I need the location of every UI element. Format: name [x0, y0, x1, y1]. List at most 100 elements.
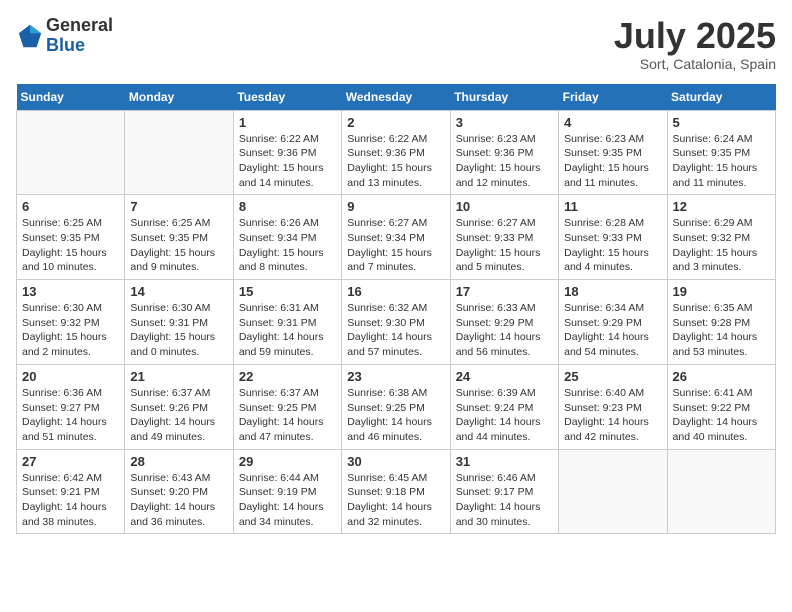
- day-info: Sunrise: 6:43 AM Sunset: 9:20 PM Dayligh…: [130, 471, 227, 530]
- day-info: Sunrise: 6:25 AM Sunset: 9:35 PM Dayligh…: [130, 216, 227, 275]
- day-number: 11: [564, 199, 661, 214]
- day-number: 2: [347, 115, 444, 130]
- table-row: [667, 449, 775, 534]
- table-row: 3 Sunrise: 6:23 AM Sunset: 9:36 PM Daylig…: [450, 110, 558, 195]
- table-row: 27 Sunrise: 6:42 AM Sunset: 9:21 PM Dayli…: [17, 449, 125, 534]
- day-info: Sunrise: 6:22 AM Sunset: 9:36 PM Dayligh…: [239, 132, 336, 191]
- day-info: Sunrise: 6:30 AM Sunset: 9:32 PM Dayligh…: [22, 301, 119, 360]
- day-info: Sunrise: 6:23 AM Sunset: 9:36 PM Dayligh…: [456, 132, 553, 191]
- day-number: 24: [456, 369, 553, 384]
- month-title: July 2025: [614, 16, 776, 56]
- day-number: 21: [130, 369, 227, 384]
- day-number: 25: [564, 369, 661, 384]
- day-number: 29: [239, 454, 336, 469]
- day-info: Sunrise: 6:27 AM Sunset: 9:33 PM Dayligh…: [456, 216, 553, 275]
- day-info: Sunrise: 6:28 AM Sunset: 9:33 PM Dayligh…: [564, 216, 661, 275]
- table-row: 21 Sunrise: 6:37 AM Sunset: 9:26 PM Dayli…: [125, 364, 233, 449]
- table-row: 6 Sunrise: 6:25 AM Sunset: 9:35 PM Daylig…: [17, 195, 125, 280]
- table-row: 11 Sunrise: 6:28 AM Sunset: 9:33 PM Dayli…: [559, 195, 667, 280]
- day-number: 15: [239, 284, 336, 299]
- header-thursday: Thursday: [450, 84, 558, 111]
- day-info: Sunrise: 6:34 AM Sunset: 9:29 PM Dayligh…: [564, 301, 661, 360]
- day-info: Sunrise: 6:37 AM Sunset: 9:25 PM Dayligh…: [239, 386, 336, 445]
- table-row: 2 Sunrise: 6:22 AM Sunset: 9:36 PM Daylig…: [342, 110, 450, 195]
- table-row: 10Sunrise: 6:27 AM Sunset: 9:33 PM Dayli…: [450, 195, 558, 280]
- day-number: 26: [673, 369, 770, 384]
- header-wednesday: Wednesday: [342, 84, 450, 111]
- day-info: Sunrise: 6:46 AM Sunset: 9:17 PM Dayligh…: [456, 471, 553, 530]
- day-number: 17: [456, 284, 553, 299]
- table-row: 31 Sunrise: 6:46 AM Sunset: 9:17 PM Dayli…: [450, 449, 558, 534]
- day-info: Sunrise: 6:32 AM Sunset: 9:30 PM Dayligh…: [347, 301, 444, 360]
- day-number: 19: [673, 284, 770, 299]
- table-row: 24 Sunrise: 6:39 AM Sunset: 9:24 PM Dayli…: [450, 364, 558, 449]
- calendar-header: Sunday Monday Tuesday Wednesday Thursday…: [17, 84, 776, 111]
- table-row: 29 Sunrise: 6:44 AM Sunset: 9:19 PM Dayli…: [233, 449, 341, 534]
- table-row: 5Sunrise: 6:24 AM Sunset: 9:35 PM Daylig…: [667, 110, 775, 195]
- day-number: 13: [22, 284, 119, 299]
- day-number: 18: [564, 284, 661, 299]
- day-number: 31: [456, 454, 553, 469]
- calendar-table: Sunday Monday Tuesday Wednesday Thursday…: [16, 84, 776, 535]
- day-info: Sunrise: 6:39 AM Sunset: 9:24 PM Dayligh…: [456, 386, 553, 445]
- day-info: Sunrise: 6:22 AM Sunset: 9:36 PM Dayligh…: [347, 132, 444, 191]
- table-row: 4Sunrise: 6:23 AM Sunset: 9:35 PM Daylig…: [559, 110, 667, 195]
- table-row: [559, 449, 667, 534]
- day-info: Sunrise: 6:36 AM Sunset: 9:27 PM Dayligh…: [22, 386, 119, 445]
- calendar-row: 6 Sunrise: 6:25 AM Sunset: 9:35 PM Daylig…: [17, 195, 776, 280]
- table-row: 23 Sunrise: 6:38 AM Sunset: 9:25 PM Dayli…: [342, 364, 450, 449]
- table-row: 16 Sunrise: 6:32 AM Sunset: 9:30 PM Dayli…: [342, 280, 450, 365]
- header-monday: Monday: [125, 84, 233, 111]
- day-number: 6: [22, 199, 119, 214]
- day-info: Sunrise: 6:42 AM Sunset: 9:21 PM Dayligh…: [22, 471, 119, 530]
- day-info: Sunrise: 6:44 AM Sunset: 9:19 PM Dayligh…: [239, 471, 336, 530]
- day-number: 12: [673, 199, 770, 214]
- logo-icon: [16, 22, 44, 50]
- day-number: 14: [130, 284, 227, 299]
- day-number: 7: [130, 199, 227, 214]
- day-info: Sunrise: 6:24 AM Sunset: 9:35 PM Dayligh…: [673, 132, 770, 191]
- title-block: July 2025 Sort, Catalonia, Spain: [614, 16, 776, 72]
- table-row: 8 Sunrise: 6:26 AM Sunset: 9:34 PM Daylig…: [233, 195, 341, 280]
- day-number: 8: [239, 199, 336, 214]
- day-number: 23: [347, 369, 444, 384]
- table-row: 12 Sunrise: 6:29 AM Sunset: 9:32 PM Dayli…: [667, 195, 775, 280]
- day-info: Sunrise: 6:26 AM Sunset: 9:34 PM Dayligh…: [239, 216, 336, 275]
- calendar-row: 13 Sunrise: 6:30 AM Sunset: 9:32 PM Dayli…: [17, 280, 776, 365]
- day-number: 30: [347, 454, 444, 469]
- logo-general: General: [46, 16, 113, 36]
- day-info: Sunrise: 6:25 AM Sunset: 9:35 PM Dayligh…: [22, 216, 119, 275]
- day-info: Sunrise: 6:33 AM Sunset: 9:29 PM Dayligh…: [456, 301, 553, 360]
- day-number: 3: [456, 115, 553, 130]
- day-info: Sunrise: 6:27 AM Sunset: 9:34 PM Dayligh…: [347, 216, 444, 275]
- day-info: Sunrise: 6:41 AM Sunset: 9:22 PM Dayligh…: [673, 386, 770, 445]
- day-info: Sunrise: 6:30 AM Sunset: 9:31 PM Dayligh…: [130, 301, 227, 360]
- day-number: 20: [22, 369, 119, 384]
- day-number: 27: [22, 454, 119, 469]
- header-row: Sunday Monday Tuesday Wednesday Thursday…: [17, 84, 776, 111]
- day-info: Sunrise: 6:31 AM Sunset: 9:31 PM Dayligh…: [239, 301, 336, 360]
- table-row: 7 Sunrise: 6:25 AM Sunset: 9:35 PM Daylig…: [125, 195, 233, 280]
- day-info: Sunrise: 6:38 AM Sunset: 9:25 PM Dayligh…: [347, 386, 444, 445]
- calendar-body: 1 Sunrise: 6:22 AM Sunset: 9:36 PM Daylig…: [17, 110, 776, 534]
- calendar-row: 27 Sunrise: 6:42 AM Sunset: 9:21 PM Dayli…: [17, 449, 776, 534]
- logo: General Blue: [16, 16, 113, 56]
- calendar-row: 1 Sunrise: 6:22 AM Sunset: 9:36 PM Daylig…: [17, 110, 776, 195]
- day-info: Sunrise: 6:37 AM Sunset: 9:26 PM Dayligh…: [130, 386, 227, 445]
- day-number: 16: [347, 284, 444, 299]
- day-number: 4: [564, 115, 661, 130]
- table-row: 18 Sunrise: 6:34 AM Sunset: 9:29 PM Dayli…: [559, 280, 667, 365]
- day-info: Sunrise: 6:40 AM Sunset: 9:23 PM Dayligh…: [564, 386, 661, 445]
- table-row: 1 Sunrise: 6:22 AM Sunset: 9:36 PM Daylig…: [233, 110, 341, 195]
- table-row: 19Sunrise: 6:35 AM Sunset: 9:28 PM Dayli…: [667, 280, 775, 365]
- table-row: 20 Sunrise: 6:36 AM Sunset: 9:27 PM Dayli…: [17, 364, 125, 449]
- header-saturday: Saturday: [667, 84, 775, 111]
- table-row: 17 Sunrise: 6:33 AM Sunset: 9:29 PM Dayli…: [450, 280, 558, 365]
- day-number: 1: [239, 115, 336, 130]
- day-info: Sunrise: 6:45 AM Sunset: 9:18 PM Dayligh…: [347, 471, 444, 530]
- table-row: 15 Sunrise: 6:31 AM Sunset: 9:31 PM Dayli…: [233, 280, 341, 365]
- day-info: Sunrise: 6:29 AM Sunset: 9:32 PM Dayligh…: [673, 216, 770, 275]
- table-row: 26 Sunrise: 6:41 AM Sunset: 9:22 PM Dayli…: [667, 364, 775, 449]
- header-tuesday: Tuesday: [233, 84, 341, 111]
- day-number: 22: [239, 369, 336, 384]
